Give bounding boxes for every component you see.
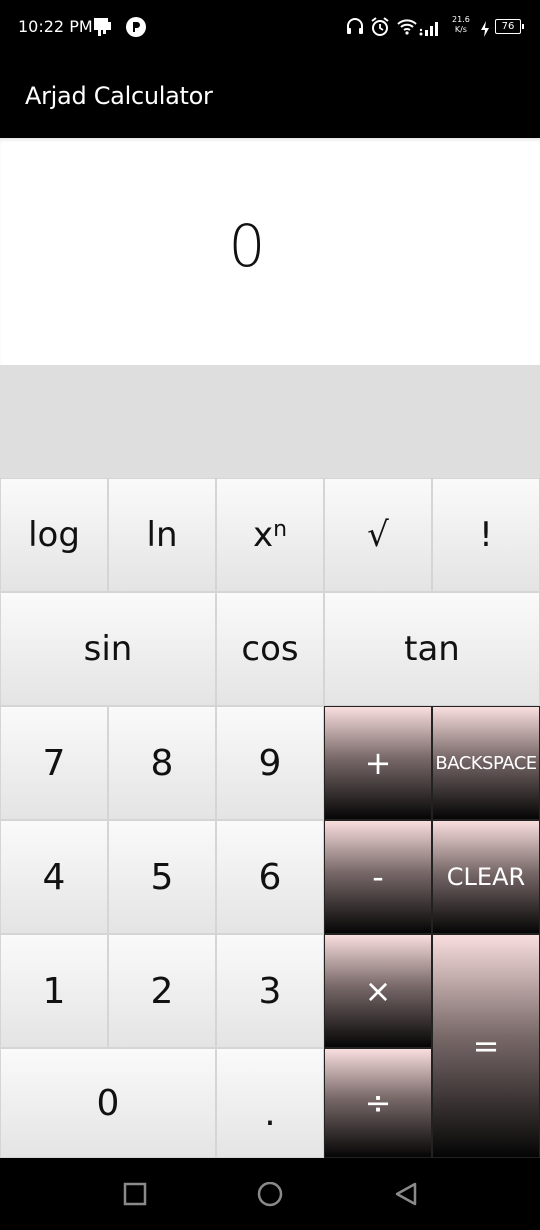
net-speed: 21.6 K/s <box>452 15 470 35</box>
recents-square-icon[interactable] <box>123 1182 147 1206</box>
calculator-display: 0 <box>0 138 540 365</box>
decimal-point-label: . <box>264 1092 276 1134</box>
digit-5-label: 5 <box>150 856 174 898</box>
app-title: Arjad Calculator <box>25 82 213 110</box>
digit-2-button[interactable]: 2 <box>108 934 216 1048</box>
multiply-button[interactable]: × <box>324 934 432 1048</box>
digit-4-label: 4 <box>42 856 66 898</box>
app-notification-icon <box>126 17 146 37</box>
minus-label: - <box>372 858 384 896</box>
log-button[interactable]: log <box>0 478 108 592</box>
divide-button[interactable]: ÷ <box>324 1048 432 1158</box>
log-label: log <box>28 515 80 555</box>
ln-label: ln <box>146 515 178 555</box>
keypad: log ln xn √ ! sin cos tan 7 8 9 + BACKSP… <box>0 478 540 1158</box>
multiply-label: × <box>364 972 392 1010</box>
status-time: 10:22 PM <box>18 17 93 36</box>
ln-button[interactable]: ln <box>108 478 216 592</box>
cos-label: cos <box>241 629 299 669</box>
plus-label: + <box>364 744 392 782</box>
equals-button[interactable]: = <box>432 934 540 1158</box>
backspace-label: BACKSPACE <box>435 752 537 774</box>
plus-button[interactable]: + <box>324 706 432 820</box>
sin-label: sin <box>83 629 133 669</box>
net-speed-unit: K/s <box>454 25 467 34</box>
headset-icon <box>347 18 363 34</box>
digit-8-label: 8 <box>150 742 174 784</box>
divide-label: ÷ <box>364 1084 392 1122</box>
digit-7-button[interactable]: 7 <box>0 706 108 820</box>
digit-4-button[interactable]: 4 <box>0 820 108 934</box>
charging-icon <box>481 21 489 37</box>
power-button[interactable]: xn <box>216 478 324 592</box>
clear-button[interactable]: CLEAR <box>432 820 540 934</box>
decimal-point-button[interactable]: . <box>216 1048 324 1158</box>
factorial-label: ! <box>479 515 493 555</box>
cos-button[interactable]: cos <box>216 592 324 706</box>
digit-3-label: 3 <box>258 970 282 1012</box>
expression-area <box>0 365 540 478</box>
digit-5-button[interactable]: 5 <box>108 820 216 934</box>
power-base-label: x <box>252 515 274 555</box>
equals-label: = <box>472 1027 500 1065</box>
navigation-bar <box>0 1158 540 1230</box>
factorial-button[interactable]: ! <box>432 478 540 592</box>
sqrt-button[interactable]: √ <box>324 478 432 592</box>
digit-0-button[interactable]: 0 <box>0 1048 216 1158</box>
digit-9-label: 9 <box>258 742 282 784</box>
home-circle-icon[interactable] <box>256 1182 284 1210</box>
wifi-icon <box>397 19 417 35</box>
app-bar: Arjad Calculator <box>0 55 540 138</box>
digit-1-button[interactable]: 1 <box>0 934 108 1048</box>
digit-1-label: 1 <box>42 970 66 1012</box>
alarm-icon <box>371 17 389 36</box>
digit-6-label: 6 <box>258 856 282 898</box>
digit-2-label: 2 <box>150 970 174 1012</box>
back-triangle-icon[interactable] <box>393 1182 419 1208</box>
battery-icon: 76 <box>495 19 524 34</box>
sin-button[interactable]: sin <box>0 592 216 706</box>
digit-6-button[interactable]: 6 <box>216 820 324 934</box>
digit-9-button[interactable]: 9 <box>216 706 324 820</box>
signal-icon <box>419 22 438 36</box>
tan-button[interactable]: tan <box>324 592 540 706</box>
net-speed-value: 21.6 <box>452 15 470 24</box>
digit-3-button[interactable]: 3 <box>216 934 324 1048</box>
digit-7-label: 7 <box>42 742 66 784</box>
status-bar: 10:22 PM 21.6 K/s 76 <box>0 0 540 55</box>
power-exponent-label: n <box>273 516 288 542</box>
minus-button[interactable]: - <box>324 820 432 934</box>
backspace-button[interactable]: BACKSPACE <box>432 706 540 820</box>
digit-0-label: 0 <box>96 1082 120 1124</box>
sim-icon <box>94 18 111 36</box>
tan-label: tan <box>404 629 460 669</box>
display-value: 0 <box>228 212 266 280</box>
clear-label: CLEAR <box>446 863 526 891</box>
digit-8-button[interactable]: 8 <box>108 706 216 820</box>
sqrt-label: √ <box>367 515 389 555</box>
